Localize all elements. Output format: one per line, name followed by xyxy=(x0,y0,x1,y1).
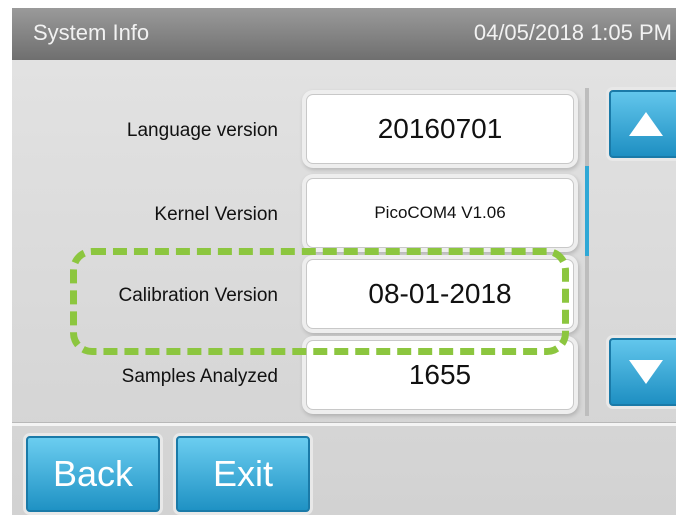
scroll-down-button[interactable] xyxy=(609,338,676,406)
scrollbar-thumb[interactable] xyxy=(585,166,589,256)
exit-button[interactable]: Exit xyxy=(176,436,310,512)
samples-analyzed-value: 1655 xyxy=(408,359,472,390)
title-bar: System Info 04/05/2018 1:05 PM xyxy=(12,8,676,60)
calibration-version-field: 08-01-2018 xyxy=(306,259,574,329)
triangle-up-icon xyxy=(629,112,663,136)
calibration-version-value: 08-01-2018 xyxy=(368,278,512,309)
page-title: System Info xyxy=(33,20,150,45)
language-version-field: 20160701 xyxy=(306,94,574,164)
footer-divider xyxy=(12,422,676,426)
kernel-version-value: PicoCOM4 V1.06 xyxy=(374,203,506,222)
samples-analyzed-field: 1655 xyxy=(306,340,574,410)
language-version-value: 20160701 xyxy=(377,113,503,144)
samples-analyzed-label: Samples Analyzed xyxy=(121,366,278,387)
back-button[interactable]: Back xyxy=(26,436,160,512)
datetime-display: 04/05/2018 1:05 PM xyxy=(473,20,672,45)
calibration-version-label: Calibration Version xyxy=(118,285,278,306)
scroll-up-button[interactable] xyxy=(609,90,676,158)
kernel-version-label: Kernel Version xyxy=(154,204,278,225)
kernel-version-field: PicoCOM4 V1.06 xyxy=(306,178,574,248)
device-screen: System Info 04/05/2018 1:05 PM Language … xyxy=(12,8,676,515)
language-version-label: Language version xyxy=(126,120,278,141)
triangle-down-icon xyxy=(629,360,663,384)
